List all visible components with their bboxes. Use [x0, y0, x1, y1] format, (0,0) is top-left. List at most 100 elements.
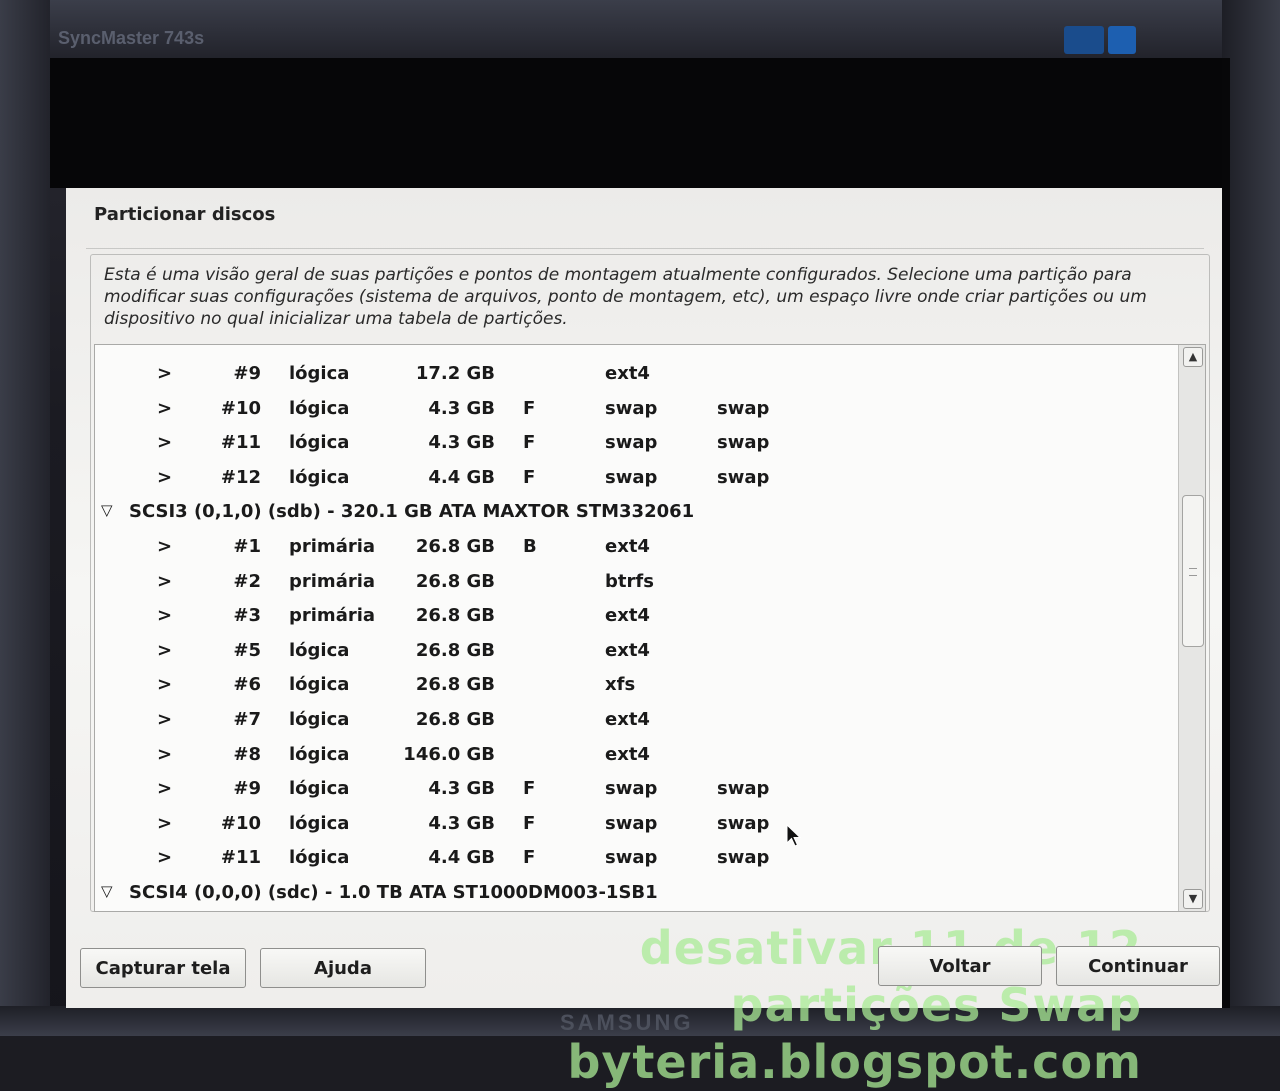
partition-size: 26.8 GB	[415, 639, 495, 661]
partition-tree[interactable]: ▽ SCSI4 (0,0,0) (sdc) - 1.0 TB ATA ST1000…	[94, 344, 1206, 912]
back-button[interactable]: Voltar	[878, 946, 1042, 986]
partition-mount: swap	[717, 778, 770, 800]
partition-row[interactable]: > #12 lógica 4.4 GB Fswap swap	[95, 463, 1175, 493]
partition-number: #1	[233, 536, 261, 557]
partition-type: lógica	[289, 432, 350, 454]
certification-badge-icon	[1108, 26, 1136, 54]
partition-size: 146.0 GB	[403, 743, 495, 765]
partition-row[interactable]: > #6 lógica 26.8 GB xfs	[95, 670, 1175, 700]
expand-arrow-icon[interactable]: >	[157, 640, 172, 661]
partition-type: primária	[289, 536, 376, 557]
watermark-line-3: byteria.blogspot.com	[567, 1035, 1142, 1089]
expand-arrow-icon[interactable]: >	[157, 536, 172, 557]
partition-number: #7	[233, 709, 261, 730]
partition-mount: swap	[717, 847, 770, 869]
expand-triangle-icon[interactable]: ▽	[101, 882, 113, 900]
scrollbar-grip-icon	[1189, 568, 1197, 576]
partition-row[interactable]: > #3 primária 26.8 GB ext4	[95, 601, 1175, 631]
scrollbar-thumb[interactable]	[1182, 495, 1204, 647]
watermark-overlay: desativar 11 de 12 partições Swap byteri…	[568, 920, 1142, 1091]
partition-type: primária	[289, 570, 376, 592]
partition-row[interactable]: > #10 lógica 4.3 GB Fswap swap	[95, 809, 1175, 839]
partition-size: 26.8 GB	[415, 674, 495, 696]
partition-row[interactable]: > #10 lógica 4.3 GB Fswap swap	[95, 394, 1175, 424]
capture-screen-button[interactable]: Capturar tela	[80, 948, 246, 988]
expand-arrow-icon[interactable]: >	[157, 847, 172, 868]
partition-size: 26.8 GB	[415, 536, 495, 557]
screen-black-area	[50, 58, 1222, 188]
partition-size: 26.8 GB	[415, 570, 495, 592]
partition-type: lógica	[289, 674, 350, 696]
partition-row[interactable]: > #7 lógica 26.8 GB ext4	[95, 705, 1175, 735]
partition-row[interactable]: > #11 lógica 4.3 GB Fswap swap	[95, 428, 1175, 458]
partition-mount: swap	[717, 397, 770, 419]
tree-scrollbar[interactable]: ▲ ▼	[1178, 345, 1205, 911]
partition-number: #11	[220, 432, 261, 454]
partition-row[interactable]: > #5 lógica 26.8 GB ext4	[95, 636, 1175, 666]
expand-arrow-icon[interactable]: >	[157, 432, 172, 453]
disk-label: SCSI4 (0,0,0) (sdc) - 1.0 TB ATA ST1000D…	[129, 882, 658, 903]
help-button[interactable]: Ajuda	[260, 948, 426, 988]
partition-type: lógica	[289, 812, 350, 834]
partition-type: lógica	[289, 466, 350, 488]
expand-arrow-icon[interactable]: >	[157, 398, 172, 419]
partition-filesystem: ext4	[605, 536, 650, 557]
partition-mount: swap	[717, 812, 770, 834]
screen-right-edge	[1222, 58, 1230, 1008]
partition-flag: F	[523, 847, 536, 869]
expand-arrow-icon[interactable]: >	[157, 709, 172, 730]
dialog-title: Particionar discos	[94, 204, 276, 225]
partition-number: #6	[233, 674, 261, 696]
partition-size: 4.4 GB	[428, 847, 495, 869]
partition-filesystem: swap	[605, 466, 658, 488]
expand-arrow-icon[interactable]: >	[157, 744, 172, 765]
partition-number: #10	[220, 812, 261, 834]
scroll-down-arrow-icon[interactable]: ▼	[1183, 889, 1203, 909]
disk-row[interactable]: ▽ SCSI4 (0,0,0) (sdc) - 1.0 TB ATA ST1000…	[95, 878, 1175, 908]
partition-number: #5	[233, 639, 261, 661]
partition-mount: swap	[717, 466, 770, 488]
partition-filesystem: swap	[605, 432, 658, 454]
partition-type: lógica	[289, 397, 350, 419]
scroll-up-arrow-icon[interactable]: ▲	[1183, 347, 1203, 367]
partition-filesystem: swap	[605, 847, 658, 869]
partition-filesystem: ext4	[605, 605, 650, 627]
expand-triangle-icon[interactable]: ▽	[101, 501, 113, 519]
partition-size: 4.3 GB	[428, 432, 495, 454]
partition-number: #9	[233, 778, 261, 800]
dialog-description: Esta é uma visão geral de suas partições…	[104, 265, 1147, 329]
partition-filesystem: ext4	[605, 639, 650, 661]
partition-size: 4.3 GB	[428, 812, 495, 834]
partition-flag: F	[523, 812, 536, 834]
partition-number: #11	[220, 847, 261, 869]
partition-filesystem: ext4	[605, 363, 650, 384]
expand-arrow-icon[interactable]: >	[157, 571, 172, 592]
partition-row[interactable]: > #8 lógica 146.0 GB ext4	[95, 740, 1175, 770]
partition-type: primária	[289, 605, 376, 627]
expand-arrow-icon[interactable]: >	[157, 674, 172, 695]
partition-number: #9	[233, 363, 261, 384]
expand-arrow-icon[interactable]: >	[157, 605, 172, 626]
partition-number: #10	[220, 397, 261, 419]
title-separator	[86, 248, 1204, 249]
partition-filesystem: xfs	[605, 674, 636, 696]
expand-arrow-icon[interactable]: >	[157, 813, 172, 834]
partition-filesystem: ext4	[605, 743, 650, 765]
partition-row[interactable]: > #2 primária 26.8 GB btrfs	[95, 567, 1175, 597]
disk-row[interactable]: ▽ SCSI3 (0,1,0) (sdb) - 320.1 GB ATA MAXT…	[95, 497, 1175, 527]
partition-flag: B	[523, 536, 537, 557]
expand-arrow-icon[interactable]: >	[157, 467, 172, 488]
partition-size: 4.3 GB	[428, 397, 495, 419]
continue-button[interactable]: Continuar	[1056, 946, 1220, 986]
partition-row[interactable]: > #9 lógica 4.3 GB Fswap swap	[95, 774, 1175, 804]
partition-row[interactable]: > #11 lógica 4.4 GB Fswap swap	[95, 843, 1175, 873]
expand-arrow-icon[interactable]: >	[157, 363, 172, 384]
monitor-model-label: SyncMaster 743s	[58, 28, 205, 48]
expand-arrow-icon[interactable]: >	[157, 778, 172, 799]
partition-row[interactable]: > #9 lógica 17.2 GB ext4	[95, 359, 1175, 389]
partition-filesystem: swap	[605, 778, 658, 800]
partition-row[interactable]: > #1 primária 26.8 GB Bext4	[95, 532, 1175, 562]
partition-flag: F	[523, 466, 536, 488]
partition-number: #3	[233, 605, 261, 627]
partition-flag: F	[523, 397, 536, 419]
